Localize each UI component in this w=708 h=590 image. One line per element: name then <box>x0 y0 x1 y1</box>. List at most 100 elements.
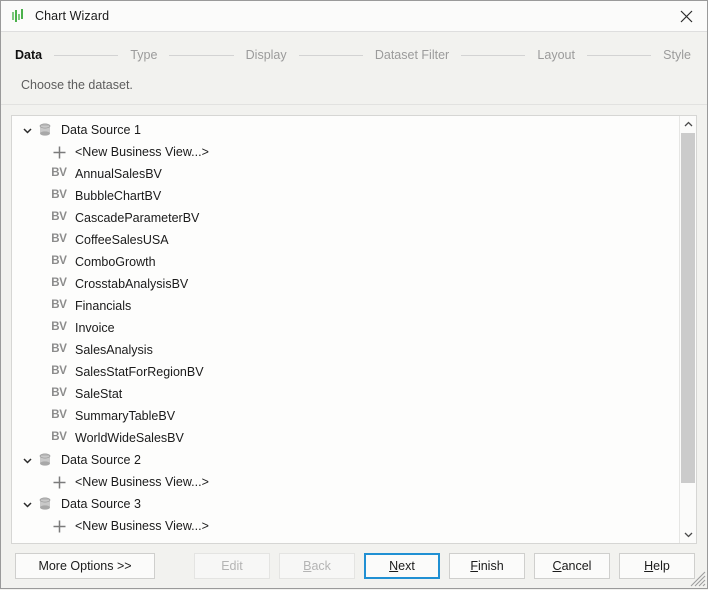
plus-icon <box>48 515 70 537</box>
bar-chart-icon <box>10 8 26 24</box>
step-divider <box>299 55 363 56</box>
tree-item-business-view[interactable]: BVAnnualSalesBV <box>12 163 679 185</box>
next-mnemonic: N <box>389 559 398 573</box>
scrollbar-thumb[interactable] <box>681 133 695 483</box>
next-button[interactable]: Next <box>364 553 440 579</box>
cancel-mnemonic: C <box>553 559 562 573</box>
bv-icon: BV <box>48 317 70 339</box>
edit-button: Edit <box>194 553 270 579</box>
bv-icon: BV <box>48 229 70 251</box>
tree-item-business-view[interactable]: BVSalesStatForRegionBV <box>12 361 679 383</box>
tree-item-label: CascadeParameterBV <box>70 211 199 225</box>
step-divider <box>587 55 651 56</box>
chevron-up-icon[interactable] <box>680 116 696 133</box>
finish-button[interactable]: Finish <box>449 553 525 579</box>
chevron-down-icon[interactable] <box>20 493 34 515</box>
help-mnemonic: H <box>644 559 653 573</box>
bv-icon: BV <box>48 251 70 273</box>
bv-icon: BV <box>48 427 70 449</box>
step-dataset-filter[interactable]: Dataset Filter <box>375 48 449 62</box>
tree-item-label: SalesStatForRegionBV <box>70 365 204 379</box>
cancel-button[interactable]: Cancel <box>534 553 610 579</box>
bv-icon: BV <box>48 383 70 405</box>
chevron-down-icon[interactable] <box>680 526 696 543</box>
bv-icon: BV <box>48 163 70 185</box>
bv-icon-text: BV <box>51 168 67 180</box>
tree-item-business-view[interactable]: BVCrosstabAnalysisBV <box>12 273 679 295</box>
step-display[interactable]: Display <box>246 48 287 62</box>
finish-mnemonic: F <box>470 559 478 573</box>
close-icon[interactable] <box>665 1 707 31</box>
database-icon <box>34 119 56 141</box>
tree-item-business-view[interactable]: <New Business View...> <box>12 515 679 537</box>
dataset-tree[interactable]: Data Source 1<New Business View...>BVAnn… <box>12 116 679 543</box>
bv-icon-text: BV <box>51 190 67 202</box>
step-divider <box>461 55 525 56</box>
bv-icon-text: BV <box>51 344 67 356</box>
tree-item-business-view[interactable]: BVWorldWideSalesBV <box>12 427 679 449</box>
tree-item-business-view[interactable]: BVInvoice <box>12 317 679 339</box>
finish-button-label: Finish <box>470 559 503 573</box>
instruction-text: Choose the dataset. <box>1 69 707 92</box>
bv-icon: BV <box>48 339 70 361</box>
tree-item-business-view[interactable]: BVSaleStat <box>12 383 679 405</box>
step-data[interactable]: Data <box>15 48 42 62</box>
tree-item-business-view[interactable]: BVCoffeeSalesUSA <box>12 229 679 251</box>
dataset-tree-panel: Data Source 1<New Business View...>BVAnn… <box>11 115 697 544</box>
tree-item-data-source[interactable]: Data Source 1 <box>12 119 679 141</box>
step-divider <box>169 55 233 56</box>
help-button-label: Help <box>644 559 670 573</box>
tree-item-label: WorldWideSalesBV <box>70 431 184 445</box>
title-bar: Chart Wizard <box>1 1 707 32</box>
database-icon <box>34 449 56 471</box>
dialog-button-bar: More Options >> Edit Back Next Finish Ca… <box>1 544 707 588</box>
tree-item-label: Data Source 3 <box>56 497 141 511</box>
tree-item-label: SaleStat <box>70 387 122 401</box>
bv-icon: BV <box>48 273 70 295</box>
bv-icon: BV <box>48 295 70 317</box>
tree-item-label: AnnualSalesBV <box>70 167 162 181</box>
step-divider <box>54 55 118 56</box>
tree-item-business-view[interactable]: BVCascadeParameterBV <box>12 207 679 229</box>
tree-item-label: <New Business View...> <box>70 145 209 159</box>
chevron-down-icon[interactable] <box>20 119 34 141</box>
bv-icon-text: BV <box>51 234 67 246</box>
more-options-button[interactable]: More Options >> <box>15 553 155 579</box>
back-button-label: Back <box>303 559 331 573</box>
step-style[interactable]: Style <box>663 48 691 62</box>
window-title: Chart Wizard <box>35 9 665 23</box>
step-layout[interactable]: Layout <box>537 48 575 62</box>
chevron-down-icon[interactable] <box>20 449 34 471</box>
plus-icon <box>48 141 70 163</box>
bv-icon: BV <box>48 185 70 207</box>
tree-item-label: ComboGrowth <box>70 255 156 269</box>
help-button[interactable]: Help <box>619 553 695 579</box>
tree-item-business-view[interactable]: BVBubbleChartBV <box>12 185 679 207</box>
tree-item-label: BubbleChartBV <box>70 189 161 203</box>
tree-vertical-scrollbar[interactable] <box>679 116 696 543</box>
wizard-steps: Data Type Display Dataset Filter Layout … <box>1 41 707 69</box>
tree-item-data-source[interactable]: Data Source 3 <box>12 493 679 515</box>
bv-icon-text: BV <box>51 388 67 400</box>
edit-button-label: Edit <box>221 559 243 573</box>
tree-item-data-source[interactable]: Data Source 2 <box>12 449 679 471</box>
bv-icon-text: BV <box>51 212 67 224</box>
bv-icon-text: BV <box>51 432 67 444</box>
tree-item-business-view[interactable]: <New Business View...> <box>12 141 679 163</box>
bv-icon-text: BV <box>51 322 67 334</box>
tree-item-label: CrosstabAnalysisBV <box>70 277 188 291</box>
scrollbar-track[interactable] <box>680 133 696 526</box>
next-button-label: Next <box>389 559 415 573</box>
bv-icon-text: BV <box>51 256 67 268</box>
tree-item-business-view[interactable]: BVSummaryTableBV <box>12 405 679 427</box>
dataset-panel-wrapper: Data Source 1<New Business View...>BVAnn… <box>1 105 707 544</box>
bv-icon: BV <box>48 361 70 383</box>
plus-icon <box>48 471 70 493</box>
tree-item-business-view[interactable]: <New Business View...> <box>12 471 679 493</box>
step-type[interactable]: Type <box>130 48 157 62</box>
tree-item-business-view[interactable]: BVFinancials <box>12 295 679 317</box>
tree-item-label: CoffeeSalesUSA <box>70 233 169 247</box>
tree-item-business-view[interactable]: BVSalesAnalysis <box>12 339 679 361</box>
bv-icon-text: BV <box>51 366 67 378</box>
tree-item-business-view[interactable]: BVComboGrowth <box>12 251 679 273</box>
